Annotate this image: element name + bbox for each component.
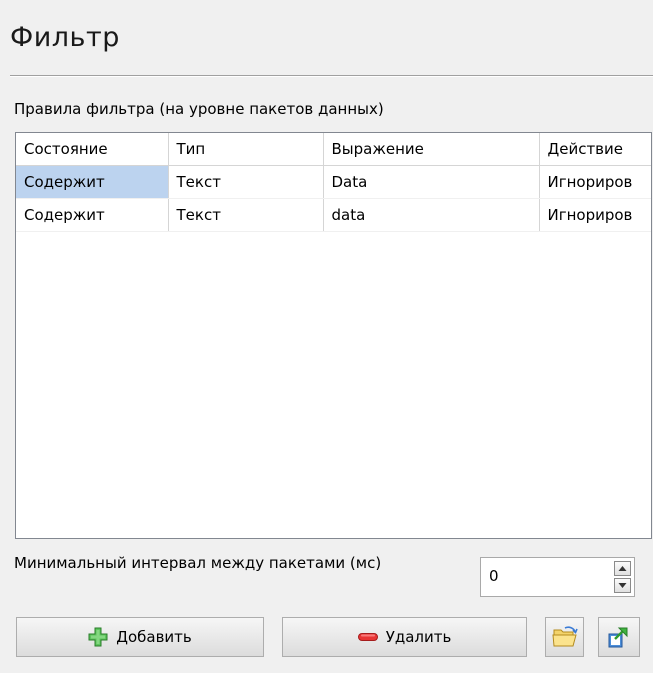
filter-rules-table[interactable]: Состояние Тип Выражение Действие Содержи… [15,132,652,539]
minus-icon [357,633,378,641]
cell-action[interactable]: Игнориров [539,198,651,232]
table-header-row: Состояние Тип Выражение Действие [16,133,651,166]
filter-rules-label: Правила фильтра (на уровне пакетов данны… [14,100,384,118]
add-button-label: Добавить [116,628,192,646]
folder-open-icon [551,626,578,647]
stepper-down-button[interactable] [614,578,631,593]
open-file-button[interactable] [545,617,584,657]
plus-icon [88,627,108,647]
delete-button-label: Удалить [385,628,452,646]
cell-expression[interactable]: Data [323,165,540,199]
min-interval-value[interactable]: 0 [489,567,499,585]
arrow-up-icon [618,566,627,571]
column-header-expression[interactable]: Выражение [323,133,540,166]
column-header-state[interactable]: Состояние [16,133,169,166]
stepper-up-button[interactable] [614,561,631,576]
page-title: Фильтр [10,22,120,53]
cell-state[interactable]: Содержит [16,165,169,199]
cell-expression[interactable]: data [323,198,540,232]
cell-state[interactable]: Содержит [16,198,169,232]
cell-action[interactable]: Игнориров [539,165,651,199]
export-icon [608,627,628,648]
arrow-down-icon [618,583,627,588]
min-interval-label: Минимальный интервал между пакетами (мс) [14,554,382,572]
table-row[interactable]: Содержит Текст data Игнориров [16,198,651,232]
export-button[interactable] [598,617,640,657]
column-header-type[interactable]: Тип [168,133,324,166]
stepper-buttons [614,561,631,593]
min-interval-stepper[interactable]: 0 [480,557,635,597]
column-header-action[interactable]: Действие [539,133,651,166]
cell-type[interactable]: Текст [168,198,324,232]
title-divider [10,75,653,77]
table-row[interactable]: Содержит Текст Data Игнориров [16,165,651,199]
cell-type[interactable]: Текст [168,165,324,199]
add-button[interactable]: Добавить [16,617,264,657]
delete-button[interactable]: Удалить [282,617,527,657]
